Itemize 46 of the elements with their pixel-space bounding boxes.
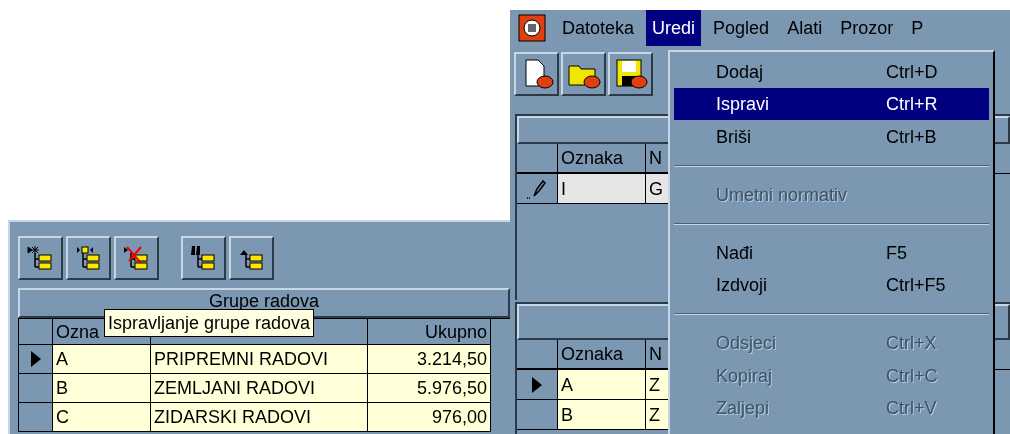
tree-list-icon bbox=[122, 245, 151, 271]
menu-bar-item[interactable]: Alati bbox=[781, 10, 829, 46]
table-cell: ZIDARSKI RADOVI bbox=[151, 403, 368, 432]
column-header: Oznaka bbox=[561, 345, 624, 363]
table-cell: ZEMLJANI RADOVI bbox=[151, 374, 368, 403]
tree-list-icon bbox=[189, 245, 218, 271]
toolbar-button[interactable] bbox=[608, 52, 653, 96]
table-cell: A bbox=[558, 370, 646, 400]
tree-list-icon bbox=[26, 245, 55, 271]
table-cell: B bbox=[558, 400, 646, 430]
pencil-icon bbox=[526, 178, 548, 199]
toolbar-button[interactable] bbox=[66, 236, 111, 280]
table-cell: PRIPREMNI RADOVI bbox=[151, 345, 368, 374]
menu-item[interactable]: Dodaj Ctrl+D bbox=[674, 56, 989, 89]
menu-item[interactable]: Nađi F5 bbox=[674, 236, 989, 270]
menu-bar-item[interactable]: Prozor bbox=[834, 10, 900, 46]
column-header: Ukupno bbox=[424, 322, 487, 341]
menu-bar-item[interactable]: Datoteka bbox=[556, 10, 641, 46]
toolbar-button[interactable] bbox=[114, 236, 159, 280]
toolbar-button[interactable] bbox=[514, 52, 559, 96]
grid-title: Grupe radova bbox=[208, 292, 320, 310]
menu-item[interactable]: Izdvoji Ctrl+F5 bbox=[674, 269, 989, 302]
toolbar-button[interactable] bbox=[229, 236, 274, 280]
toolbar-button[interactable] bbox=[18, 236, 63, 280]
menu-item[interactable]: Briši Ctrl+B bbox=[674, 120, 989, 153]
column-header: Oznaka bbox=[561, 149, 624, 167]
toolbar-button[interactable] bbox=[561, 52, 606, 96]
table-cell: 976,00 bbox=[368, 403, 491, 432]
table-cell: A bbox=[53, 345, 151, 374]
menu-item[interactable]: Ispravi Ctrl+R bbox=[674, 88, 989, 121]
menu-bar-item[interactable]: Uredi bbox=[646, 10, 702, 46]
app-icon bbox=[518, 14, 546, 42]
menu-bar-item[interactable]: P bbox=[905, 10, 930, 46]
column-header: N bbox=[649, 149, 662, 167]
table-cell: B bbox=[53, 374, 151, 403]
table-cell: 5.976,50 bbox=[368, 374, 491, 403]
tooltip: Ispravljanje grupe radova bbox=[104, 309, 315, 337]
table-cell: I bbox=[558, 174, 646, 204]
toolbar-button[interactable] bbox=[181, 236, 226, 280]
tree-list-icon bbox=[74, 245, 103, 271]
save-disk-icon bbox=[613, 58, 648, 90]
table-cell: 3.214,50 bbox=[368, 345, 491, 374]
menu-bar-item[interactable]: Pogled bbox=[707, 10, 776, 46]
table-cell: C bbox=[53, 403, 151, 432]
column-header: Ozna bbox=[56, 322, 100, 341]
column-header: N bbox=[649, 345, 662, 363]
